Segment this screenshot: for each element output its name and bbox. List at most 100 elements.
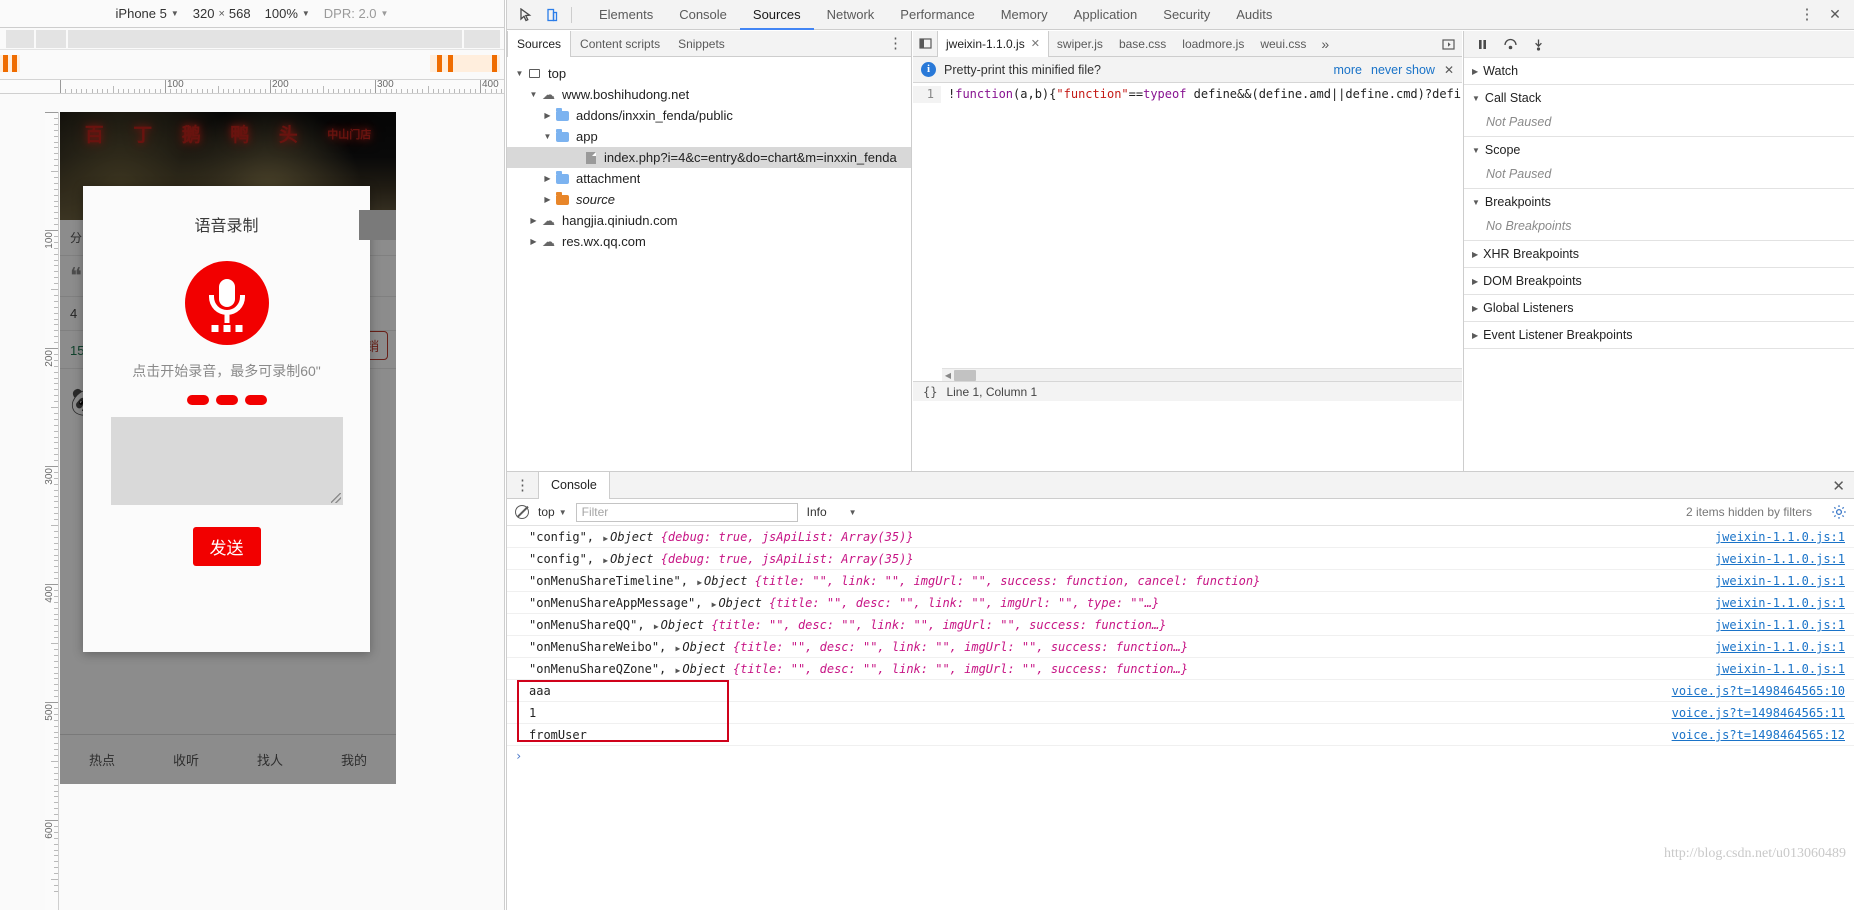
- microphone-icon[interactable]: [184, 261, 269, 345]
- tab-performance[interactable]: Performance: [887, 0, 987, 30]
- show-navigator-icon[interactable]: [1438, 34, 1458, 54]
- tree-item-folder-addons[interactable]: ▶ addons/inxxin_fenda/public: [507, 105, 911, 126]
- tab-elements[interactable]: Elements: [586, 0, 666, 30]
- transcript-textarea[interactable]: [110, 417, 343, 505]
- media-query-segment[interactable]: [464, 30, 500, 48]
- media-query-segment[interactable]: [6, 30, 34, 48]
- section-header[interactable]: ▶ Event Listener Breakpoints: [1464, 322, 1854, 348]
- nav-tab-snippets[interactable]: Snippets: [669, 31, 734, 57]
- media-query-segment[interactable]: [36, 30, 66, 48]
- media-query-marker[interactable]: [492, 55, 497, 72]
- section-header[interactable]: ▼ Call Stack: [1464, 85, 1854, 111]
- kebab-menu-icon[interactable]: ⋮: [888, 36, 903, 51]
- editor-tab-loadmore[interactable]: loadmore.js: [1174, 31, 1252, 57]
- tree-item-domain-reswx[interactable]: ▶ ☁ res.wx.qq.com: [507, 231, 911, 252]
- twisty-icon[interactable]: ▶: [1472, 250, 1478, 259]
- viewport-width-input[interactable]: 320: [193, 6, 215, 21]
- message-source-link[interactable]: voice.js?t=1498464565:11: [1672, 702, 1845, 724]
- editor-tab-swiper[interactable]: swiper.js: [1049, 31, 1111, 57]
- console-message[interactable]: "onMenuShareWeibo", ▶ Object {title: "", …: [507, 636, 1854, 658]
- twisty-icon[interactable]: ▼: [1472, 94, 1480, 103]
- tab-memory[interactable]: Memory: [988, 0, 1061, 30]
- close-icon[interactable]: ✕: [1444, 63, 1454, 77]
- twisty-icon[interactable]: ▶: [1472, 304, 1478, 313]
- expand-triangle-icon[interactable]: ▶: [676, 644, 681, 653]
- twisty-icon[interactable]: ▼: [541, 132, 554, 141]
- console-filter-input[interactable]: [575, 502, 798, 522]
- section-header[interactable]: ▼ Scope: [1464, 137, 1854, 163]
- console-message[interactable]: "onMenuShareTimeline", ▶ Object {title: "…: [507, 570, 1854, 592]
- step-over-icon[interactable]: [1503, 38, 1518, 51]
- console-message[interactable]: fromUser voice.js?t=1498464565:12: [507, 724, 1854, 746]
- editor-horizontal-scrollbar[interactable]: ◀: [942, 368, 1462, 381]
- twisty-icon[interactable]: ▼: [1472, 146, 1480, 155]
- section-header[interactable]: ▶ Global Listeners: [1464, 295, 1854, 321]
- nav-tab-content-scripts[interactable]: Content scripts: [571, 31, 669, 57]
- twisty-icon[interactable]: ▼: [1472, 198, 1480, 207]
- media-query-bars[interactable]: [0, 50, 504, 80]
- message-source-link[interactable]: voice.js?t=1498464565:10: [1672, 680, 1845, 702]
- expand-triangle-icon[interactable]: ▶: [697, 578, 702, 587]
- console-message[interactable]: "onMenuShareQQ", ▶ Object {title: "", des…: [507, 614, 1854, 636]
- twisty-icon[interactable]: ▼: [513, 69, 526, 78]
- tree-item-folder-attachment[interactable]: ▶ attachment: [507, 168, 911, 189]
- message-source-link[interactable]: voice.js?t=1498464565:12: [1672, 724, 1845, 746]
- editor-tab-weuicss[interactable]: weui.css: [1252, 31, 1314, 57]
- message-source-link[interactable]: jweixin-1.1.0.js:1: [1715, 614, 1845, 636]
- more-tabs-icon[interactable]: »: [1314, 36, 1336, 52]
- kebab-menu-icon[interactable]: ⋮: [515, 478, 530, 493]
- drawer-tab-console[interactable]: Console: [538, 471, 610, 499]
- media-query-strip[interactable]: [0, 28, 504, 50]
- nav-tab-sources[interactable]: Sources: [507, 30, 572, 57]
- twisty-icon[interactable]: ▶: [541, 195, 554, 204]
- message-source-link[interactable]: jweixin-1.1.0.js:1: [1715, 570, 1845, 592]
- message-source-link[interactable]: jweixin-1.1.0.js:1: [1715, 548, 1845, 570]
- expand-triangle-icon[interactable]: ▶: [676, 666, 681, 675]
- code-editor[interactable]: 1 !function(a,b){"function"==typeof defi…: [913, 83, 1462, 401]
- close-icon[interactable]: ✕: [1832, 477, 1845, 495]
- media-query-segment[interactable]: [68, 30, 462, 48]
- tab-audits[interactable]: Audits: [1223, 0, 1285, 30]
- tab-network[interactable]: Network: [814, 0, 888, 30]
- message-source-link[interactable]: jweixin-1.1.0.js:1: [1715, 636, 1845, 658]
- console-message[interactable]: "config", ▶ Object {debug: true, jsApiLis…: [507, 526, 1854, 548]
- kebab-menu-icon[interactable]: ⋮: [1794, 2, 1820, 28]
- step-into-icon[interactable]: [1532, 38, 1545, 51]
- console-message[interactable]: "onMenuShareQZone", ▶ Object {title: "", …: [507, 658, 1854, 680]
- media-query-marker[interactable]: [448, 55, 453, 72]
- tree-item-folder-app[interactable]: ▼ app: [507, 126, 911, 147]
- tree-item-domain-hangjia[interactable]: ▶ ☁ hangjia.qiniudn.com: [507, 210, 911, 231]
- twisty-icon[interactable]: ▶: [1472, 277, 1478, 286]
- device-toolbar-icon[interactable]: [539, 2, 565, 28]
- twisty-icon[interactable]: ▶: [527, 216, 540, 225]
- editor-tab-jweixin[interactable]: jweixin-1.1.0.js ✕: [937, 30, 1049, 57]
- pause-icon[interactable]: [1476, 38, 1489, 51]
- close-icon[interactable]: ✕: [1822, 2, 1848, 28]
- media-query-marker[interactable]: [3, 55, 8, 72]
- expand-triangle-icon[interactable]: ▶: [654, 622, 659, 631]
- twisty-icon[interactable]: ▼: [527, 90, 540, 99]
- never-show-link[interactable]: never show: [1371, 63, 1435, 77]
- section-header[interactable]: ▶ XHR Breakpoints: [1464, 241, 1854, 267]
- expand-triangle-icon[interactable]: ▶: [603, 556, 608, 565]
- expand-triangle-icon[interactable]: ▶: [603, 534, 608, 543]
- gear-icon[interactable]: [1831, 504, 1847, 520]
- message-source-link[interactable]: jweixin-1.1.0.js:1: [1715, 658, 1845, 680]
- console-prompt[interactable]: ›: [507, 746, 522, 766]
- tab-console[interactable]: Console: [666, 0, 740, 30]
- message-source-link[interactable]: jweixin-1.1.0.js:1: [1715, 592, 1845, 614]
- send-button[interactable]: 发送: [192, 527, 261, 566]
- format-icon[interactable]: {}: [923, 385, 937, 399]
- tab-sources[interactable]: Sources: [740, 0, 814, 30]
- log-level-selector[interactable]: Info ▼: [807, 505, 857, 519]
- phone-viewport[interactable]: 百丁鹅鸭头中山门店 分 ❝ 4 15:42 | 小小熊 |: [60, 112, 396, 784]
- expand-triangle-icon[interactable]: ▶: [712, 600, 717, 609]
- close-icon[interactable]: ✕: [1031, 31, 1040, 57]
- tree-item-file-index-php[interactable]: ▶ index.php?i=4&c=entry&do=chart&m=inxxi…: [507, 147, 911, 168]
- twisty-icon[interactable]: ▶: [541, 174, 554, 183]
- twisty-icon[interactable]: ▶: [1472, 67, 1478, 76]
- more-link[interactable]: more: [1334, 63, 1362, 77]
- inspect-cursor-icon[interactable]: [513, 2, 539, 28]
- tab-application[interactable]: Application: [1061, 0, 1151, 30]
- twisty-icon[interactable]: ▶: [527, 237, 540, 246]
